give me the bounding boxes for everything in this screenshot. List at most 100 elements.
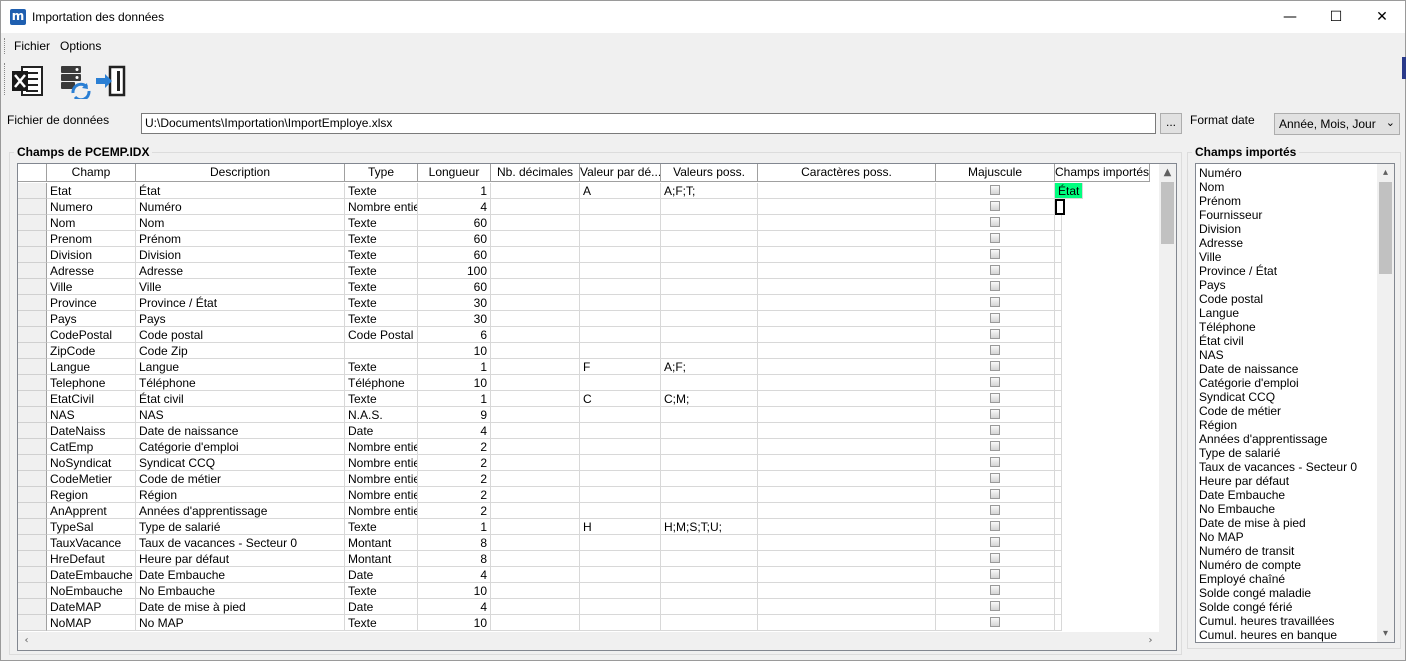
grid-cell[interactable]: CodePostal <box>47 327 136 343</box>
list-item[interactable]: Fournisseur <box>1199 208 1262 222</box>
table-row[interactable]: HreDefaut Heure par défaut Montant 8 <box>18 551 1158 567</box>
grid-cell[interactable]: Pays <box>47 311 136 327</box>
grid-cell[interactable] <box>491 343 580 359</box>
list-item[interactable]: Employé chaîné <box>1199 572 1285 586</box>
majuscule-checkbox-cell[interactable] <box>936 599 1055 615</box>
grid-cell[interactable]: 2 <box>418 487 491 503</box>
row-header[interactable] <box>18 471 47 487</box>
grid-cell[interactable] <box>661 343 758 359</box>
grid-cell[interactable] <box>1055 423 1062 439</box>
grid-cell[interactable]: 60 <box>418 247 491 263</box>
majuscule-checkbox-cell[interactable] <box>936 567 1055 583</box>
grid-cell[interactable]: 10 <box>418 375 491 391</box>
list-scroll-up-icon[interactable]: ▴ <box>1377 164 1394 181</box>
grid-cell[interactable] <box>758 471 936 487</box>
grid-cell[interactable] <box>758 199 936 215</box>
list-item[interactable]: Cumul. heures en banque <box>1199 628 1337 642</box>
grid-cell[interactable]: Numero <box>47 199 136 215</box>
majuscule-checkbox[interactable] <box>990 329 1000 339</box>
majuscule-checkbox[interactable] <box>990 185 1000 195</box>
table-row[interactable]: Pays Pays Texte 30 <box>18 311 1158 327</box>
grid-cell[interactable]: Nombre entier <box>345 455 418 471</box>
grid-cell[interactable]: Pays <box>136 311 345 327</box>
list-item[interactable]: Téléphone <box>1199 320 1256 334</box>
grid-cell[interactable] <box>491 583 580 599</box>
grid-cell[interactable] <box>661 471 758 487</box>
table-row[interactable]: Adresse Adresse Texte 100 <box>18 263 1158 279</box>
grid-cell[interactable]: TauxVacance <box>47 535 136 551</box>
grid-cell[interactable]: NoEmbauche <box>47 583 136 599</box>
row-header[interactable] <box>18 327 47 343</box>
majuscule-checkbox-cell[interactable] <box>936 535 1055 551</box>
list-item[interactable]: État civil <box>1199 334 1244 348</box>
grid-cell[interactable] <box>1055 343 1062 359</box>
grid-cell[interactable] <box>661 295 758 311</box>
list-item[interactable]: Catégorie d'emploi <box>1199 376 1299 390</box>
grid-cell[interactable]: H;M;S;T;U; <box>661 519 758 535</box>
grid-cell[interactable]: 1 <box>418 183 491 199</box>
grid-cell[interactable]: C <box>580 391 661 407</box>
grid-cell[interactable] <box>580 295 661 311</box>
grid-cell[interactable] <box>758 391 936 407</box>
grid-cell[interactable] <box>491 567 580 583</box>
menu-options[interactable]: Options <box>60 39 101 53</box>
grid-cell[interactable]: Texte <box>345 231 418 247</box>
row-header[interactable] <box>18 583 47 599</box>
majuscule-checkbox[interactable] <box>990 345 1000 355</box>
grid-cell[interactable] <box>580 231 661 247</box>
list-vertical-scrollbar[interactable]: ▴ ▾ <box>1377 164 1394 642</box>
row-header[interactable] <box>18 247 47 263</box>
row-header[interactable] <box>18 567 47 583</box>
grid-cell[interactable]: Code postal <box>136 327 345 343</box>
table-row[interactable]: DateNaiss Date de naissance Date 4 <box>18 423 1158 439</box>
grid-cell[interactable]: NAS <box>47 407 136 423</box>
majuscule-checkbox-cell[interactable] <box>936 247 1055 263</box>
grid-cell[interactable] <box>580 311 661 327</box>
row-header[interactable] <box>18 535 47 551</box>
majuscule-checkbox[interactable] <box>990 201 1000 211</box>
grid-cell[interactable] <box>758 535 936 551</box>
grid-cell[interactable] <box>661 567 758 583</box>
grid-cell[interactable] <box>1055 199 1065 215</box>
grid-cell[interactable]: HreDefaut <box>47 551 136 567</box>
table-row[interactable]: NoMAP No MAP Texte 10 <box>18 615 1158 631</box>
grid-cell[interactable] <box>580 487 661 503</box>
grid-cell[interactable]: Montant <box>345 551 418 567</box>
grid-cell[interactable]: Texte <box>345 215 418 231</box>
grid-cell[interactable]: Téléphone <box>345 375 418 391</box>
grid-cell[interactable] <box>491 503 580 519</box>
grid-cell[interactable]: 60 <box>418 215 491 231</box>
list-item[interactable]: Prénom <box>1199 194 1241 208</box>
grid-cell[interactable]: 6 <box>418 327 491 343</box>
grid-cell[interactable] <box>758 279 936 295</box>
grid-cell[interactable]: 8 <box>418 535 491 551</box>
list-item[interactable]: No Embauche <box>1199 502 1275 516</box>
grid-cell[interactable]: Telephone <box>47 375 136 391</box>
grid-cell[interactable] <box>1055 247 1062 263</box>
grid-horizontal-scrollbar[interactable]: ‹ › <box>18 632 1176 650</box>
grid-cell[interactable] <box>661 487 758 503</box>
majuscule-checkbox-cell[interactable] <box>936 231 1055 247</box>
grid-cell[interactable] <box>758 183 936 199</box>
table-row[interactable]: DateEmbauche Date Embauche Date 4 <box>18 567 1158 583</box>
database-refresh-icon[interactable] <box>55 63 91 102</box>
grid-cell[interactable] <box>758 567 936 583</box>
grid-cell[interactable] <box>580 615 661 631</box>
list-item[interactable]: Ville <box>1199 250 1221 264</box>
grid-cell[interactable] <box>580 503 661 519</box>
grid-cell[interactable]: Nombre entier <box>345 439 418 455</box>
grid-cell[interactable] <box>661 311 758 327</box>
grid-cell[interactable]: Texte <box>345 263 418 279</box>
majuscule-checkbox[interactable] <box>990 569 1000 579</box>
majuscule-checkbox-cell[interactable] <box>936 375 1055 391</box>
grid-cell[interactable]: Region <box>47 487 136 503</box>
grid-cell[interactable] <box>1055 231 1062 247</box>
grid-cell[interactable]: Montant <box>345 535 418 551</box>
grid-cell[interactable]: AnApprent <box>47 503 136 519</box>
list-item[interactable]: NAS <box>1199 348 1224 362</box>
grid-cell[interactable] <box>661 535 758 551</box>
list-item[interactable]: No MAP <box>1199 530 1244 544</box>
grid-cell[interactable] <box>491 183 580 199</box>
grid-cell[interactable]: État civil <box>136 391 345 407</box>
grid-cell[interactable]: DateMAP <box>47 599 136 615</box>
